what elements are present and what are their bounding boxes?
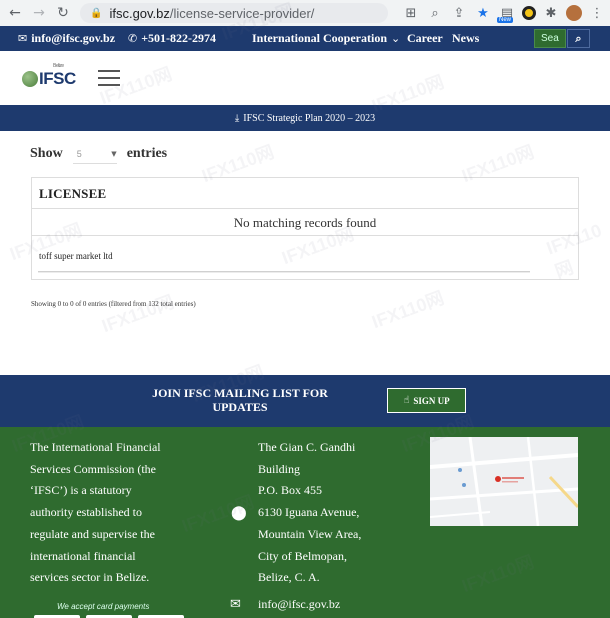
bookmark-star-icon[interactable]: ★ bbox=[474, 3, 492, 23]
back-icon[interactable]: ← bbox=[4, 2, 26, 24]
location-map[interactable] bbox=[430, 437, 578, 526]
entries-label: entries bbox=[126, 146, 168, 161]
chevron-down-icon: ▼ bbox=[111, 149, 117, 158]
search-icon: ⌕ bbox=[575, 31, 582, 45]
phone-icon: ✆ bbox=[128, 32, 138, 45]
table-info: Showing 0 to 0 of 0 entries (filtered fr… bbox=[31, 300, 196, 308]
mailing-list-band: JOIN IFSC MAILING LIST FOR UPDATES bbox=[0, 375, 610, 427]
zoom-icon[interactable]: ⌕ bbox=[426, 3, 444, 23]
top-contact-bar: ✉ info@ifsc.gov.bz ✆ +501-822-2974 Inter… bbox=[0, 26, 610, 51]
new-badge: New bbox=[497, 17, 514, 23]
translate-icon[interactable]: ⊞ bbox=[402, 3, 420, 23]
forward-icon[interactable]: → bbox=[28, 2, 50, 24]
horizontal-scrollbar[interactable] bbox=[38, 271, 530, 273]
site-logo[interactable]: IFSC Belize bbox=[22, 63, 76, 89]
share-icon[interactable]: ⇪ bbox=[450, 3, 468, 23]
chevron-down-icon: ⌄ bbox=[391, 32, 401, 45]
globe-icon bbox=[22, 71, 38, 87]
kebab-menu-icon[interactable]: ⋮ bbox=[588, 3, 606, 23]
puzzle-extensions-icon[interactable]: ✱ bbox=[542, 3, 560, 23]
licensee-table: LICENSEE No matching records found toff … bbox=[31, 177, 579, 280]
address-bar[interactable]: 🔒 ifsc.gov.bz/license-service-provider/ bbox=[80, 3, 388, 23]
download-icon: ⤓ bbox=[234, 112, 240, 124]
map-pin-icon: ⬤ bbox=[231, 505, 247, 521]
about-line: ‘IFSC’) is a statutory bbox=[30, 483, 132, 498]
logo-sub: Belize bbox=[53, 63, 64, 69]
search-input[interactable]: Sea bbox=[534, 29, 566, 48]
about-line: regulate and supervise the bbox=[30, 526, 155, 541]
nav-career[interactable]: Career bbox=[407, 31, 443, 46]
nav-label: International Cooperation bbox=[252, 31, 387, 45]
address-line: City of Belmopan, bbox=[258, 548, 347, 563]
nav-international-cooperation[interactable]: International Cooperation ⌄ bbox=[252, 31, 400, 46]
site-header: IFSC Belize bbox=[0, 51, 610, 105]
address-line: The Gian C. Gandhi bbox=[258, 440, 356, 454]
about-line: services sector in Belize. bbox=[30, 570, 150, 585]
entries-select[interactable]: 5 ▼ bbox=[72, 144, 117, 164]
footer-about: The International Financial Services Com… bbox=[30, 437, 200, 589]
nav-label: News bbox=[452, 31, 480, 45]
logo-text: IFSC Belize bbox=[39, 63, 76, 88]
card-payments-label: We accept card payments bbox=[57, 602, 150, 611]
profile-avatar[interactable] bbox=[566, 5, 582, 21]
watermark: IFX110网 bbox=[369, 287, 447, 333]
strategic-plan-label: IFSC Strategic Plan 2020 – 2023 bbox=[243, 112, 376, 124]
about-line: authority established to bbox=[30, 505, 142, 520]
footer-address: The Gian C. Gandhi Building P.O. Box 455… bbox=[258, 437, 408, 589]
address-line: Belize, C. A. bbox=[258, 570, 320, 585]
topbar-phone: +501-822-2974 bbox=[141, 31, 217, 45]
address-line: P.O. Box 455 bbox=[258, 483, 323, 498]
sign-up-label: SIGN UP bbox=[413, 395, 450, 406]
topbar-email-link[interactable]: ✉ info@ifsc.gov.bz bbox=[18, 31, 115, 46]
extension-new-icon[interactable]: ▤ New bbox=[497, 3, 516, 23]
mailing-list-title: JOIN IFSC MAILING LIST FOR UPDATES bbox=[152, 386, 328, 414]
envelope-icon: ✉ bbox=[230, 597, 241, 612]
show-label: Show bbox=[30, 146, 63, 161]
entries-select-value: 5 bbox=[76, 148, 82, 159]
address-line: Mountain View Area, bbox=[258, 526, 362, 541]
address-line: Building bbox=[258, 461, 301, 476]
browser-toolbar: ← → ↻ 🔒 ifsc.gov.bz/license-service-prov… bbox=[0, 0, 610, 26]
table-row[interactable]: toff super market ltd bbox=[32, 236, 578, 261]
footer-email-link[interactable]: info@ifsc.gov.bz bbox=[258, 597, 340, 612]
site-footer: The International Financial Services Com… bbox=[0, 427, 610, 618]
nav-label: Career bbox=[407, 31, 443, 45]
watermark: IFX110网 bbox=[99, 291, 177, 337]
topbar-phone-link[interactable]: ✆ +501-822-2974 bbox=[128, 31, 216, 46]
address-line: 6130 Iguana Avenue, bbox=[258, 505, 360, 520]
about-line: international financial bbox=[30, 548, 136, 563]
topbar-email: info@ifsc.gov.bz bbox=[31, 31, 116, 45]
pointer-hand-icon: ☝ bbox=[403, 395, 410, 406]
column-header-licensee[interactable]: LICENSEE bbox=[32, 178, 578, 209]
hamburger-menu-icon[interactable] bbox=[98, 70, 120, 86]
nav-news[interactable]: News bbox=[452, 31, 479, 46]
extension-icon[interactable] bbox=[522, 6, 536, 20]
url-host: ifsc.gov.bz bbox=[109, 5, 170, 21]
about-line: Services Commission (the bbox=[30, 461, 156, 476]
envelope-icon: ✉ bbox=[18, 32, 28, 45]
about-line: The International Financial bbox=[30, 440, 161, 454]
empty-message: No matching records found bbox=[32, 209, 578, 236]
sign-up-button[interactable]: ☝ SIGN UP bbox=[387, 388, 466, 413]
lock-icon: 🔒 bbox=[90, 7, 103, 19]
search-button[interactable]: ⌕ bbox=[567, 29, 590, 48]
strategic-plan-link[interactable]: ⤓ IFSC Strategic Plan 2020 – 2023 bbox=[0, 105, 610, 131]
reload-icon[interactable]: ↻ bbox=[52, 2, 74, 24]
url-path: /license-service-provider/ bbox=[169, 5, 315, 21]
page-length-control: Show 5 ▼ entries bbox=[30, 144, 167, 164]
